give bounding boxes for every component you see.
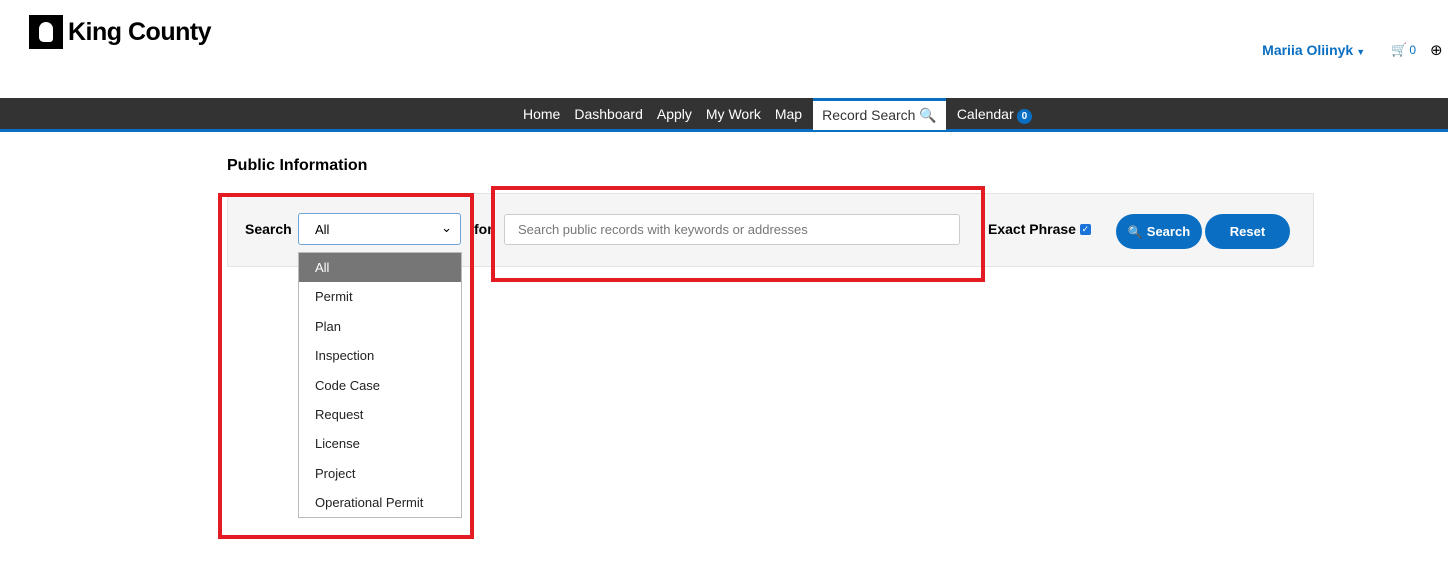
- exact-phrase-label: Exact Phrase: [988, 221, 1076, 237]
- main-navbar: Home Dashboard Apply My Work Map Record …: [0, 98, 1448, 132]
- search-icon: 🔍: [1127, 224, 1143, 239]
- user-name: Mariia Oliinyk: [1262, 42, 1354, 58]
- nav-calendar-label: Calendar: [956, 106, 1014, 122]
- page-title: Public Information: [227, 157, 368, 174]
- nav-map[interactable]: Map: [768, 98, 809, 130]
- user-menu[interactable]: Mariia Oliinyk ▼: [1262, 42, 1365, 58]
- highlight-box-search-input: [491, 186, 985, 282]
- for-label: for: [474, 221, 493, 237]
- exact-phrase-option[interactable]: Exact Phrase ✓: [988, 221, 1091, 237]
- reset-button[interactable]: Reset: [1205, 214, 1290, 249]
- nav-apply[interactable]: Apply: [650, 98, 699, 130]
- cart-count: 0: [1409, 43, 1416, 57]
- cart-button[interactable]: 🛒 0: [1391, 42, 1416, 58]
- nav-calendar[interactable]: Calendar 0: [950, 98, 1039, 130]
- nav-home[interactable]: Home: [516, 98, 567, 130]
- nav-record-search[interactable]: Record Search 🔍: [813, 98, 946, 130]
- search-button[interactable]: 🔍 Search: [1116, 214, 1202, 249]
- user-area: Mariia Oliinyk ▼ 🛒 0 ⊕: [1262, 41, 1448, 59]
- logo-text: King County: [68, 17, 212, 46]
- search-button-label: Search: [1146, 224, 1191, 239]
- exact-phrase-checkbox[interactable]: ✓: [1079, 223, 1091, 235]
- caret-down-icon: ▼: [1356, 47, 1366, 57]
- highlight-box-record-type: [218, 193, 474, 539]
- nav-my-work[interactable]: My Work: [699, 98, 768, 130]
- globe-icon[interactable]: ⊕: [1430, 41, 1448, 59]
- king-county-logo-icon: [29, 15, 63, 49]
- reset-button-label: Reset: [1229, 224, 1266, 239]
- calendar-badge: 0: [1016, 109, 1033, 124]
- search-icon: 🔍: [919, 107, 937, 123]
- nav-record-search-label: Record Search: [822, 107, 916, 123]
- king-county-logo[interactable]: King County: [29, 15, 212, 49]
- nav-dashboard[interactable]: Dashboard: [567, 98, 650, 130]
- cart-icon: 🛒: [1391, 42, 1408, 57]
